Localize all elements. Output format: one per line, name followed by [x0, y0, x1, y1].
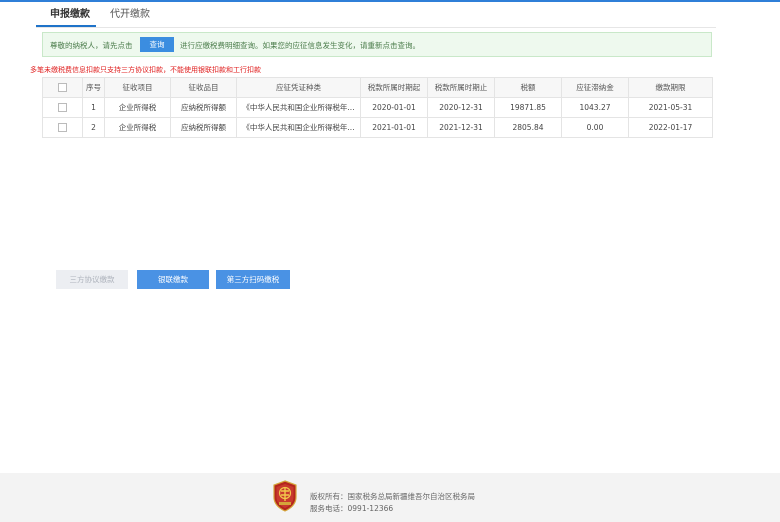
header-no: 序号 [82, 77, 105, 98]
tax-table: 序号 征收项目 征收品目 应征凭证种类 税款所属时期起 税款所属时期止 税额 应… [42, 77, 713, 138]
active-tab-indicator [36, 25, 96, 27]
cell-late-fee: 1043.27 [561, 97, 629, 118]
table-row[interactable]: 1 企业所得税 应纳税所得额 《中华人民共和国企业所得税年... 2020-01… [42, 97, 713, 118]
cell-start: 2021-01-01 [360, 117, 428, 138]
tab-declare-payment[interactable]: 申报缴款 [50, 8, 90, 22]
top-accent-bar [0, 0, 780, 2]
row-select-cell[interactable] [42, 97, 83, 118]
warning-message: 多笔未缴税费信息扣款只支持三方协议扣款，不能使用银联扣款和工行扣款 [30, 66, 261, 74]
cell-no: 1 [82, 97, 105, 118]
row-select-cell[interactable] [42, 117, 83, 138]
tab-agency-payment[interactable]: 代开缴款 [110, 8, 150, 22]
tax-bureau-emblem-icon [273, 480, 297, 512]
header-voucher: 应征凭证种类 [236, 77, 361, 98]
table-row[interactable]: 2 企业所得税 应纳税所得额 《中华人民共和国企业所得税年... 2021-01… [42, 117, 713, 138]
cell-tax: 2805.84 [494, 117, 562, 138]
select-all-checkbox[interactable] [58, 83, 67, 93]
cell-tax: 19871.85 [494, 97, 562, 118]
notice-text-after: 进行应缴税费明细查询。如果您的应征信息发生变化，请重新点击查询。 [180, 41, 420, 50]
query-button[interactable]: 查询 [140, 37, 174, 52]
cell-late-fee: 0.00 [561, 117, 629, 138]
row-checkbox[interactable] [58, 123, 67, 133]
header-end: 税款所属时期止 [427, 77, 495, 98]
cell-voucher: 《中华人民共和国企业所得税年... [236, 117, 361, 138]
cell-item: 企业所得税 [104, 97, 171, 118]
cell-deadline: 2022-01-17 [628, 117, 713, 138]
third-party-scan-payment-button[interactable]: 第三方扫码缴税 [216, 270, 290, 289]
cell-deadline: 2021-05-31 [628, 97, 713, 118]
notice-text-before: 尊敬的纳税人，请先点击 [50, 41, 133, 50]
header-item: 征收项目 [104, 77, 171, 98]
header-start: 税款所属时期起 [360, 77, 428, 98]
header-tax: 税额 [494, 77, 562, 98]
select-all-cell[interactable] [42, 77, 83, 98]
query-notice: 尊敬的纳税人，请先点击 查询 进行应缴税费明细查询。如果您的应征信息发生变化，请… [42, 32, 712, 57]
unionpay-payment-button[interactable]: 银联缴款 [137, 270, 209, 289]
three-party-payment-button[interactable]: 三方协议缴款 [56, 270, 128, 289]
cell-voucher: 《中华人民共和国企业所得税年... [236, 97, 361, 118]
footer-copyright: 版权所有：国家税务总局新疆维吾尔自治区税务局 [310, 492, 475, 501]
cell-no: 2 [82, 117, 105, 138]
tab-bar: 申报缴款 代开缴款 [36, 4, 716, 28]
row-checkbox[interactable] [58, 103, 67, 113]
cell-end: 2020-12-31 [427, 97, 495, 118]
page-footer: 版权所有：国家税务总局新疆维吾尔自治区税务局 服务电话：0991-12366 [0, 473, 780, 522]
cell-subitem: 应纳税所得额 [170, 97, 237, 118]
cell-start: 2020-01-01 [360, 97, 428, 118]
cell-item: 企业所得税 [104, 117, 171, 138]
header-deadline: 缴款期限 [628, 77, 713, 98]
table-header-row: 序号 征收项目 征收品目 应征凭证种类 税款所属时期起 税款所属时期止 税额 应… [42, 77, 713, 98]
header-subitem: 征收品目 [170, 77, 237, 98]
cell-end: 2021-12-31 [427, 117, 495, 138]
cell-subitem: 应纳税所得额 [170, 117, 237, 138]
footer-phone: 服务电话：0991-12366 [310, 504, 394, 513]
header-late-fee: 应征滞纳金 [561, 77, 629, 98]
